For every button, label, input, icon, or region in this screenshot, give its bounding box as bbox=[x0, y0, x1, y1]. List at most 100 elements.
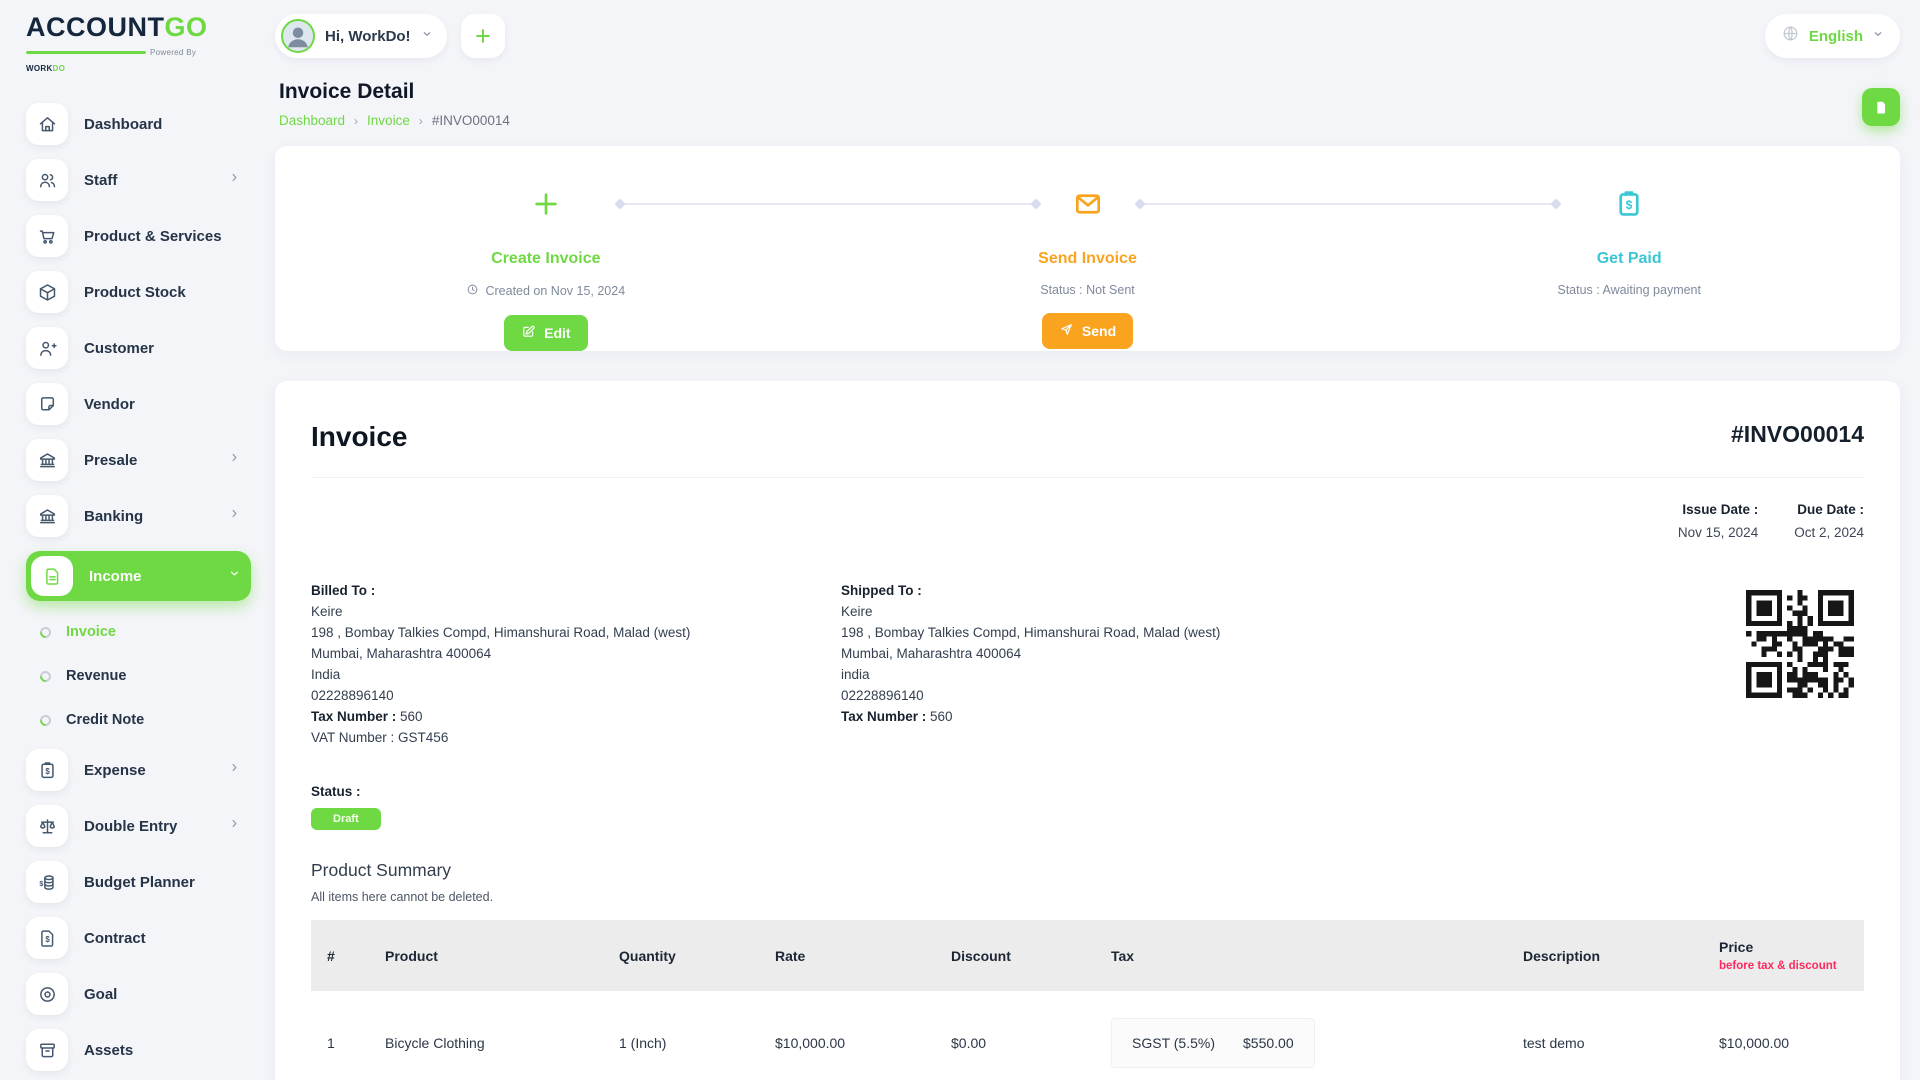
sidebar: ACCOUNTGO Powered By WORKDO Dashboard Sta… bbox=[0, 0, 265, 1080]
file-icon bbox=[31, 556, 73, 596]
send-icon bbox=[1059, 322, 1074, 340]
sidebar-item-label: Income bbox=[89, 568, 228, 585]
cell-tax: SGST (5.5%)$550.00 bbox=[1101, 991, 1513, 1080]
sidebar-item-expense[interactable]: $ Expense bbox=[26, 749, 251, 791]
sidebar-subitem-invoice[interactable]: Invoice bbox=[26, 615, 251, 649]
sidebar-item-dashboard[interactable]: Dashboard bbox=[26, 103, 251, 145]
sidebar-item-vendor[interactable]: Vendor bbox=[26, 383, 251, 425]
sidebar-item-product-services[interactable]: Product & Services bbox=[26, 215, 251, 257]
sidebar-item-income[interactable]: Income bbox=[26, 551, 251, 601]
divider bbox=[311, 477, 1864, 478]
breadcrumb-dashboard[interactable]: Dashboard bbox=[279, 113, 345, 128]
sidebar-item-label: Contract bbox=[84, 930, 251, 947]
sidebar-item-customer[interactable]: Customer bbox=[26, 327, 251, 369]
bank-icon bbox=[26, 439, 68, 481]
chevron-down-icon bbox=[421, 27, 433, 45]
tax-chip: SGST (5.5%)$550.00 bbox=[1111, 1018, 1315, 1068]
chevron-right-icon bbox=[228, 451, 241, 469]
svg-text:$: $ bbox=[45, 935, 50, 944]
cell-num: 1 bbox=[311, 991, 375, 1080]
home-icon bbox=[26, 103, 68, 145]
invoice-qr-code bbox=[1736, 580, 1864, 708]
cell-price: $10,000.00 bbox=[1709, 991, 1864, 1080]
issue-date-label: Issue Date : bbox=[1678, 502, 1758, 517]
sidebar-item-double-entry[interactable]: Double Entry bbox=[26, 805, 251, 847]
chevron-right-icon bbox=[228, 761, 241, 779]
bullet-icon bbox=[38, 668, 54, 684]
sidebar-item-presale[interactable]: Presale bbox=[26, 439, 251, 481]
sidebar-item-contract[interactable]: $ Contract bbox=[26, 917, 251, 959]
sidebar-item-label: Staff bbox=[84, 172, 228, 189]
column-header-discount: Discount bbox=[941, 920, 1101, 991]
page-header: Invoice Detail Dashboard › Invoice › #IN… bbox=[279, 80, 1900, 128]
cell-discount: $0.00 bbox=[941, 991, 1101, 1080]
language-selector[interactable]: English bbox=[1765, 14, 1900, 58]
cell-rate: $10,000.00 bbox=[765, 991, 941, 1080]
plus-icon bbox=[473, 26, 493, 46]
sidebar-subitem-credit-note[interactable]: Credit Note bbox=[26, 703, 251, 737]
cell-description: test demo bbox=[1513, 991, 1709, 1080]
sidebar-item-label: Expense bbox=[84, 762, 228, 779]
logo-underline bbox=[26, 51, 146, 54]
column-header-quantity: Quantity bbox=[609, 920, 765, 991]
export-invoice-button[interactable] bbox=[1862, 88, 1900, 126]
step-title: Get Paid bbox=[1358, 250, 1900, 268]
contract-icon: $ bbox=[26, 917, 68, 959]
step-title: Create Invoice bbox=[275, 250, 817, 268]
scale-icon bbox=[26, 805, 68, 847]
due-date-label: Due Date : bbox=[1794, 502, 1864, 517]
step-meta: Status : Awaiting payment bbox=[1358, 283, 1900, 297]
billed-to-block: Billed To : Keire 198 , Bombay Talkies C… bbox=[311, 580, 841, 748]
app-logo: ACCOUNTGO Powered By WORKDO bbox=[26, 14, 265, 77]
svg-text:$: $ bbox=[39, 881, 43, 888]
sidebar-item-staff[interactable]: Staff bbox=[26, 159, 251, 201]
breadcrumb-separator: › bbox=[354, 114, 358, 128]
assets-icon bbox=[26, 1029, 68, 1071]
step-title: Send Invoice bbox=[817, 250, 1359, 268]
sidebar-item-product-stock[interactable]: Product Stock bbox=[26, 271, 251, 313]
chevron-down-icon bbox=[1872, 27, 1884, 45]
breadcrumb: Dashboard › Invoice › #INVO00014 bbox=[279, 113, 510, 128]
avatar bbox=[281, 19, 315, 53]
breadcrumb-invoice[interactable]: Invoice bbox=[367, 113, 410, 128]
sidebar-item-assets[interactable]: Assets bbox=[26, 1029, 251, 1071]
sidebar-item-label: Presale bbox=[84, 452, 228, 469]
breadcrumb-separator: › bbox=[419, 114, 423, 128]
step-connector bbox=[1140, 203, 1556, 205]
items-table: #ProductQuantityRateDiscountTaxDescripti… bbox=[311, 920, 1864, 1080]
sidebar-menu: Dashboard Staff Product & Services Product … bbox=[26, 103, 265, 1071]
edit-icon bbox=[521, 324, 536, 342]
sidebar-subitem-label: Credit Note bbox=[66, 712, 144, 728]
sidebar-subitem-label: Invoice bbox=[66, 624, 116, 640]
sidebar-item-banking[interactable]: Banking bbox=[26, 495, 251, 537]
step-get-paid: $Get PaidStatus : Awaiting payment bbox=[1358, 146, 1900, 351]
users-icon bbox=[26, 159, 68, 201]
column-header-tax: Tax bbox=[1101, 920, 1513, 991]
globe-icon bbox=[1781, 24, 1800, 48]
edit-button[interactable]: Edit bbox=[504, 315, 587, 351]
send-button[interactable]: Send bbox=[1042, 313, 1133, 349]
sidebar-subitem-label: Revenue bbox=[66, 668, 126, 684]
chevron-down-icon bbox=[228, 567, 241, 585]
chevron-right-icon bbox=[228, 817, 241, 835]
product-summary-note: All items here cannot be deleted. bbox=[311, 890, 1864, 904]
clipboard-dollar-icon: $ bbox=[26, 749, 68, 791]
status-label: Status : bbox=[311, 784, 1864, 799]
invoice-number: #INVO00014 bbox=[1731, 421, 1864, 448]
quick-add-button[interactable] bbox=[461, 14, 505, 58]
user-plus-icon bbox=[26, 327, 68, 369]
sidebar-item-label: Assets bbox=[84, 1042, 251, 1059]
status-badge: Draft bbox=[311, 808, 381, 830]
column-header-rate: Rate bbox=[765, 920, 941, 991]
user-menu[interactable]: Hi, WorkDo! bbox=[275, 14, 447, 58]
sidebar-item-budget-planner[interactable]: $Budget Planner bbox=[26, 861, 251, 903]
column-header-: # bbox=[311, 920, 375, 991]
sidebar-item-label: Product & Services bbox=[84, 228, 251, 245]
sidebar-subitem-revenue[interactable]: Revenue bbox=[26, 659, 251, 693]
invoice-heading: Invoice bbox=[311, 421, 407, 453]
sidebar-item-label: Double Entry bbox=[84, 818, 228, 835]
main-column: Hi, WorkDo! English Invoice Detail Dashb… bbox=[265, 0, 1920, 1080]
sidebar-item-goal[interactable]: Goal bbox=[26, 973, 251, 1015]
issue-date-value: Nov 15, 2024 bbox=[1678, 525, 1758, 540]
cell-product: Bicycle Clothing bbox=[375, 991, 609, 1080]
